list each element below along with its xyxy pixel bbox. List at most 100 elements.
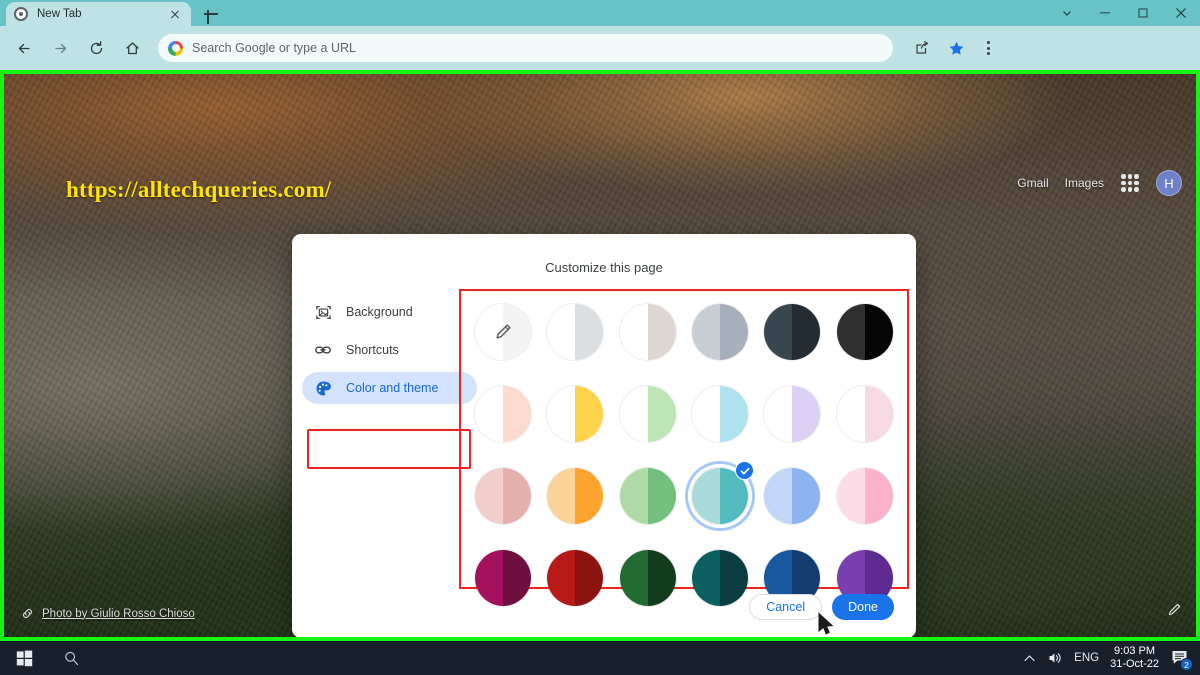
color-swatch-cool-grey[interactable] [691, 303, 750, 361]
swatch-cell-light-blue [756, 460, 828, 532]
sidebar-item-color-and-theme[interactable]: Color and theme [302, 372, 477, 404]
avatar[interactable]: H [1156, 170, 1182, 196]
color-swatch-orange[interactable] [546, 467, 605, 525]
minimize-icon [1100, 12, 1110, 14]
maximize-button[interactable] [1124, 0, 1162, 26]
sidebar-item-label: Background [346, 305, 413, 319]
color-swatch-black[interactable] [835, 303, 894, 361]
swatch-half-left [619, 550, 648, 606]
swatch-half-right [720, 386, 749, 442]
swatch-cell-pink [829, 460, 901, 532]
ntp-top-right-bar: Gmail Images H [1017, 170, 1182, 196]
reload-button[interactable] [82, 34, 110, 62]
sidebar-item-shortcuts[interactable]: Shortcuts [302, 334, 477, 366]
omnibox[interactable]: Search Google or type a URL [158, 34, 893, 62]
share-icon [916, 41, 928, 54]
sidebar-selection-highlight [307, 429, 471, 469]
color-swatch-light-grey[interactable] [546, 303, 605, 361]
color-swatch-yellow[interactable] [546, 385, 605, 443]
swatch-half-right [503, 468, 532, 524]
toolbar-actions [901, 35, 1007, 61]
back-button[interactable] [10, 34, 38, 62]
notification-badge: 2 [1180, 658, 1193, 671]
browser-tab[interactable]: New Tab [6, 2, 191, 26]
tab-close-icon[interactable] [167, 6, 183, 22]
swatch-half-left [692, 550, 721, 606]
done-button[interactable]: Done [832, 594, 894, 620]
color-swatch-pale-pink[interactable] [835, 385, 894, 443]
swatch-half-right [864, 468, 893, 524]
window-close-button[interactable] [1162, 0, 1200, 26]
browser-menu-button[interactable] [975, 35, 1001, 61]
minimize-button[interactable] [1086, 0, 1124, 26]
swatch-cell-cool-grey [684, 296, 756, 368]
home-button[interactable] [118, 34, 146, 62]
swatch-half-left [764, 386, 793, 442]
check-icon [740, 467, 750, 474]
browser-toolbar: Search Google or type a URL [0, 26, 1200, 70]
google-g-icon [168, 40, 183, 56]
language-indicator[interactable]: ENG [1074, 652, 1099, 664]
color-swatch-green[interactable] [618, 467, 677, 525]
swatch-cell-pale-pink [829, 378, 901, 450]
color-swatch-warm-grey[interactable] [618, 303, 677, 361]
windows-start-icon [16, 650, 32, 666]
photo-credit-label[interactable]: Photo by Giulio Rosso Chioso [42, 608, 195, 620]
dialog-sidebar: Background Shortcuts Color and theme [302, 296, 477, 469]
volume-button[interactable] [1047, 650, 1063, 666]
swatch-half-right [864, 386, 893, 442]
swatch-half-left [692, 386, 721, 442]
color-swatch-light-blue[interactable] [763, 467, 822, 525]
swatch-cell-red [539, 542, 611, 614]
notification-center-button[interactable]: 2 [1170, 648, 1193, 671]
taskbar-clock[interactable]: 9:03 PM 31-Oct-22 [1110, 645, 1159, 671]
star-filled-icon [949, 41, 963, 55]
color-swatch-rose[interactable] [474, 467, 533, 525]
swatch-cell-dark-teal [684, 542, 756, 614]
tab-search-button[interactable] [1048, 0, 1086, 26]
color-swatch-dark-teal[interactable] [691, 549, 750, 607]
color-swatch-dark-slate[interactable] [763, 303, 822, 361]
color-swatch-pale-lavender[interactable] [763, 385, 822, 443]
swatch-cell-orange [539, 460, 611, 532]
color-swatch-pale-cyan[interactable] [691, 385, 750, 443]
color-swatch-custom-color[interactable] [474, 303, 533, 361]
gmail-link[interactable]: Gmail [1017, 176, 1048, 190]
swatch-half-left [475, 386, 504, 442]
swatch-half-right [503, 386, 532, 442]
apps-grid-icon[interactable] [1120, 173, 1140, 193]
sidebar-item-label: Shortcuts [346, 343, 399, 357]
sidebar-item-background[interactable]: Background [302, 296, 477, 328]
forward-button[interactable] [46, 34, 74, 62]
new-tab-button[interactable] [201, 4, 221, 24]
swatch-cell-dark-slate [756, 296, 828, 368]
images-link[interactable]: Images [1065, 176, 1104, 190]
taskbar-search-button[interactable] [48, 641, 94, 675]
window-controls [1048, 0, 1200, 26]
swatch-cell-black [829, 296, 901, 368]
color-swatch-magenta[interactable] [474, 549, 533, 607]
screen: New Tab Search Google or type a URL http… [0, 0, 1200, 675]
customize-page-button[interactable] [1166, 602, 1182, 623]
swatch-half-left [764, 304, 793, 360]
start-button[interactable] [0, 641, 48, 675]
swatch-half-left [692, 468, 721, 524]
color-swatch-pale-green[interactable] [618, 385, 677, 443]
color-swatch-pale-peach[interactable] [474, 385, 533, 443]
swatch-half-right [503, 550, 532, 606]
color-swatch-red[interactable] [546, 549, 605, 607]
color-swatch-forest-green[interactable] [618, 549, 677, 607]
color-swatch-pink[interactable] [835, 467, 894, 525]
bookmark-button[interactable] [943, 35, 969, 61]
pencil-icon [496, 324, 511, 339]
dialog-actions: Cancel Done [749, 594, 894, 620]
show-hidden-icons-button[interactable] [1023, 652, 1036, 665]
share-button[interactable] [909, 35, 935, 61]
swatch-half-left [836, 304, 865, 360]
chrome-favicon [14, 7, 28, 21]
tab-title: New Tab [37, 8, 82, 20]
cancel-button[interactable]: Cancel [749, 594, 823, 620]
swatch-half-right [647, 468, 676, 524]
photo-credit[interactable]: Photo by Giulio Rosso Chioso [20, 606, 195, 621]
swatch-half-right [864, 304, 893, 360]
